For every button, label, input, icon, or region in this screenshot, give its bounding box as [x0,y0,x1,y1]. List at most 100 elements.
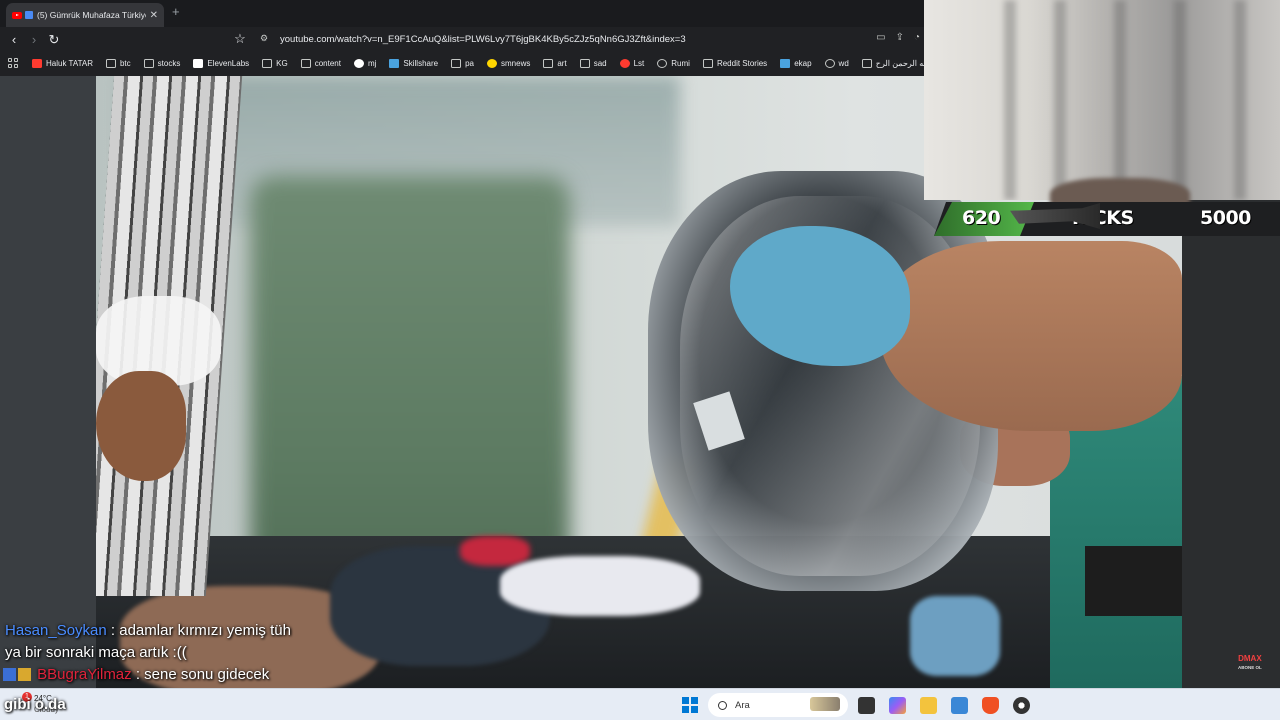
taskbar-search[interactable]: Ara [708,693,848,717]
youtube-icon [32,58,42,68]
d-logo-icon [702,58,713,68]
moderator-badge-icon [3,668,16,681]
webcam-curtain [1114,0,1126,200]
bookmark-label: Skillshare [403,58,439,68]
search-highlight-image [810,697,840,711]
webcam-feed [924,0,1280,200]
apps-grid-icon[interactable] [8,57,18,69]
channel-watermark: DMAX ABONE OL [1238,654,1262,672]
audio-icon [25,11,33,19]
video-clothes [460,536,530,566]
folder-icon [543,58,554,68]
bookmark-item[interactable]: Skillshare [389,58,439,68]
close-icon[interactable]: ✕ [150,10,158,21]
chat-overlay: Hasan_Soykan : adamlar kırmızı yemiş tüh… [0,620,330,686]
new-tab-button[interactable]: + [172,4,180,19]
reload-button[interactable]: ↻ [44,32,64,48]
task-view-icon[interactable] [858,697,875,714]
bookmark-label: Haluk TATAR [46,58,93,68]
bookmark-label: btc [119,58,131,68]
chat-message: BBugraYilmaz : sene sonu gidecek [0,664,330,686]
windows-start-icon[interactable] [682,697,698,713]
snipping-tool-icon[interactable] [951,697,968,714]
obs-icon[interactable] [1013,697,1030,714]
bookmark-item[interactable]: wd [824,58,849,68]
chat-text: : sene sonu gidecek [135,666,270,683]
bookmark-label: KG [276,58,288,68]
bookmark-item[interactable]: pa [451,58,474,68]
bookmark-label: ekap [794,58,812,68]
bookmark-item[interactable]: Reddit Stories [702,58,768,68]
folder-icon [262,58,273,68]
bookmark-item[interactable]: content [300,58,341,68]
left-letterbox [0,76,96,688]
folder-icon [143,58,154,68]
bookmark-item[interactable]: mj [353,58,376,68]
bookmark-item[interactable]: smnews [487,58,531,68]
video-arm [880,241,1182,431]
browser-actions: ▭ ⇪ ◔ [876,32,920,43]
bookmarks-bar: Haluk TATAR btc stocks ElevenLabs KG content m… [0,52,924,74]
brave-browser-icon[interactable] [982,697,999,714]
chat-message-continuation: ya bir sonraki maça artık :(( [0,642,330,664]
bookmark-item[interactable]: ElevenLabs [193,58,249,68]
search-icon [718,700,727,710]
github-icon [353,58,364,68]
webcam-curtain [1054,0,1066,200]
tab-youtube[interactable]: (5) Gümrük Muhafaza Türkiye ✕ [6,3,164,27]
search-placeholder: Ara [735,699,750,711]
bookmark-label: Lst [633,58,645,68]
skillshare-icon [389,58,400,68]
bookmark-item[interactable]: sad [579,58,607,68]
bookmark-item[interactable]: Lst [619,58,645,68]
youtube-icon [12,11,22,19]
navigation-bar: ‹ › ↻ ☆ ⚙ youtube.com/watch?v=n_E9F1CcAu… [0,27,924,52]
watermark-subtext: ABONE OL [1238,665,1262,670]
bookmark-label: Reddit Stories [716,58,768,68]
right-letterbox [1182,200,1280,688]
kicks-score-overlay: 620 KICKS 5000 [934,202,1280,236]
copilot-icon[interactable] [889,697,906,714]
back-button[interactable]: ‹ [4,32,24,47]
chat-text: ya bir sonraki maça artık :(( [5,644,187,661]
bookmark-label: Rumi [671,58,690,68]
folder-icon [105,58,116,68]
windows-taskbar: 1 24°C Cloudy Ara [0,688,1280,720]
folder-icon [451,58,462,68]
bookmark-label: content [314,58,341,68]
bookmark-item[interactable]: ekap [780,58,812,68]
s-logo-icon [619,58,630,68]
bookmark-label: sad [593,58,607,68]
crown-badge-icon [18,668,31,681]
video-clothes [910,596,1000,676]
share-icon[interactable]: ⇪ [896,32,904,43]
chat-username: Hasan_Soykan [5,622,107,639]
bookmark-item[interactable]: Rumi [657,58,690,68]
webcam-curtain [1234,0,1246,200]
bookmark-item[interactable]: btc [105,58,131,68]
bookmark-star-icon[interactable]: ☆ [230,31,250,47]
globe-icon [824,58,835,68]
chat-text: : adamlar kırmızı yemiş tüh [110,622,291,639]
forward-button[interactable]: › [24,32,44,47]
file-explorer-icon[interactable] [920,697,937,714]
score-goal: 5000 [1200,207,1251,229]
feed-icon[interactable]: ◔ [914,32,920,43]
address-bar[interactable]: ⚙ youtube.com/watch?v=n_E9F1CcAuQ&list=P… [256,29,924,50]
cast-icon[interactable]: ▭ [876,32,885,43]
bookmark-label: stocks [157,58,181,68]
video-belt [1085,546,1182,616]
bookmark-item[interactable]: KG [262,58,288,68]
bird-icon [780,58,791,68]
folder-icon [300,58,311,68]
globe-icon [657,58,668,68]
overlay-caption: gibi o.da [4,696,66,713]
bookmark-item[interactable]: art [543,58,567,68]
tab-strip: (5) Gümrük Muhafaza Türkiye ✕ + [0,0,924,27]
bookmark-label: smnews [501,58,531,68]
site-info-icon[interactable]: ⚙ [260,33,268,44]
video-hand [96,371,186,481]
bookmark-item[interactable]: stocks [143,58,181,68]
bookmark-item[interactable]: بسم الله الرحمن الرح... [861,58,924,68]
bookmark-item[interactable]: Haluk TATAR [32,58,93,68]
